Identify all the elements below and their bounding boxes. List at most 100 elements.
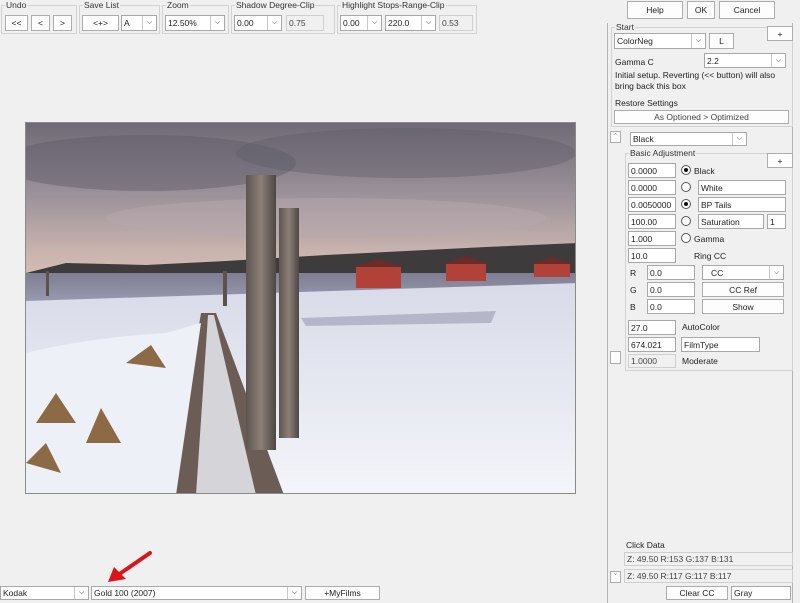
ok-button[interactable]: OK	[687, 1, 715, 19]
white-field[interactable]: 0.0000	[628, 180, 676, 195]
moderate-label: Moderate	[682, 356, 718, 366]
gamma-c-select[interactable]: 2.2 ⌵	[704, 53, 786, 68]
cancel-button[interactable]: Cancel	[719, 1, 775, 19]
chevron-down-icon: ⌵	[267, 16, 281, 30]
highlight-range-value: 220.0	[388, 18, 410, 28]
chevron-down-icon: ˇ	[614, 573, 617, 581]
film-name-value: Gold 100 (2007)	[94, 588, 156, 598]
saturation-field[interactable]: 100.00	[628, 214, 676, 229]
myfilms-button[interactable]: +MyFilms	[305, 586, 380, 600]
restore-settings-button[interactable]: As Optioned > Optimized	[614, 110, 789, 124]
saturation-button[interactable]: Saturation	[698, 214, 764, 229]
cc-ref-button[interactable]: CC Ref	[702, 282, 784, 297]
start-title: Start	[616, 22, 634, 32]
shadow-title: Shadow Degree-Clip	[236, 0, 315, 10]
winter-pier-photo	[26, 123, 575, 493]
basic-expand-button[interactable]: +	[767, 153, 793, 168]
chevron-up-icon: ˆ	[614, 133, 617, 141]
cc-select[interactable]: CC ⌵	[702, 265, 784, 280]
moderate-field: 1.0000	[628, 354, 676, 368]
bp-tails-radio[interactable]	[681, 199, 691, 209]
saturation-radio[interactable]	[681, 216, 691, 226]
saturation-extra-field[interactable]: 1	[767, 214, 786, 229]
basic-adjustment-title: Basic Adjustment	[630, 148, 696, 158]
redo-button[interactable]: >	[53, 15, 72, 31]
photo-preview[interactable]	[25, 122, 576, 494]
b-field[interactable]: 0.0	[647, 299, 695, 314]
undo-all-button[interactable]: <<	[5, 15, 28, 31]
film-brand-value: Kodak	[3, 588, 28, 598]
ring-cc-label: Ring CC	[694, 251, 727, 261]
undo-button[interactable]: <	[31, 15, 50, 31]
save-list-select[interactable]: A ⌵	[121, 15, 157, 31]
annotation-arrow	[108, 551, 152, 582]
film-name-select[interactable]: Gold 100 (2007) ⌵	[91, 586, 302, 600]
zoom-select[interactable]: 12.50% ⌵	[165, 15, 225, 31]
gamma-c-value: 2.2	[707, 55, 719, 66]
chevron-down-icon: ⌵	[367, 16, 381, 30]
save-list-value: A	[124, 18, 130, 28]
click-data-row-2: Z: 49.50 R:117 G:117 B:117	[624, 569, 793, 583]
chevron-down-icon: ⌵	[769, 266, 783, 279]
bp-tails-field[interactable]: 0.0050000	[628, 197, 676, 212]
filmtype-field[interactable]: 674.021	[628, 337, 676, 352]
start-info-text: Initial setup. Reverting (<< button) wil…	[615, 70, 776, 91]
film-type-select[interactable]: ColorNeg ⌵	[614, 33, 706, 49]
black-radio[interactable]	[681, 165, 691, 175]
zoom-title: Zoom	[167, 0, 189, 10]
black-label: Black	[694, 166, 715, 176]
chevron-down-icon: ⌵	[74, 587, 88, 599]
film-type-value: ColorNeg	[617, 36, 653, 46]
shadow-degree-value: 0.00	[237, 18, 254, 28]
gray-field[interactable]: Gray	[731, 586, 791, 600]
chevron-down-icon: ⌵	[142, 16, 156, 30]
panel-toggle-button[interactable]	[610, 351, 621, 364]
gamma-field[interactable]: 1.000	[628, 231, 676, 246]
cc-select-value: CC	[711, 267, 724, 278]
highlight-stops-select[interactable]: 0.00 ⌵	[340, 15, 382, 31]
ring-cc-field[interactable]: 10.0	[628, 248, 676, 263]
gamma-radio[interactable]	[681, 233, 691, 243]
save-list-title: Save List	[84, 0, 119, 10]
help-button[interactable]: Help	[627, 1, 683, 19]
annotation-arrow-shape	[116, 551, 152, 577]
film-brand-select[interactable]: Kodak ⌵	[0, 586, 89, 600]
shadow-clip-readout: 0.75	[286, 15, 324, 31]
b-label: B	[630, 302, 636, 312]
click-data-row-1: Z: 49.50 R:153 G:137 B:131	[624, 552, 793, 566]
gamma-c-label: Gamma C	[615, 57, 654, 67]
save-list-add-button[interactable]: <+>	[82, 15, 119, 31]
scroll-up-button[interactable]: ˆ	[610, 131, 621, 143]
shadow-degree-select[interactable]: 0.00 ⌵	[234, 15, 282, 31]
bp-tails-button[interactable]: BP Tails	[698, 197, 786, 212]
black-field[interactable]: 0.0000	[628, 163, 676, 178]
autocolor-label: AutoColor	[682, 322, 720, 332]
highlight-range-select[interactable]: 220.0 ⌵	[385, 15, 436, 31]
autocolor-field[interactable]: 27.0	[628, 320, 676, 335]
click-data-label: Click Data	[626, 540, 665, 550]
chevron-down-icon: ⌵	[287, 587, 301, 599]
undo-group-title: Undo	[6, 0, 27, 10]
clear-cc-button[interactable]: Clear CC	[666, 586, 728, 600]
scroll-down-button[interactable]: ˇ	[610, 571, 621, 583]
chevron-down-icon: ⌵	[421, 16, 435, 30]
chevron-down-icon: ⌵	[771, 54, 785, 67]
adjust-mode-select[interactable]: Black ⌵	[630, 132, 747, 146]
show-button[interactable]: Show	[702, 299, 784, 314]
start-expand-button[interactable]: +	[767, 26, 793, 41]
white-button[interactable]: White	[698, 180, 786, 195]
g-field[interactable]: 0.0	[647, 282, 695, 297]
chevron-down-icon: ⌵	[691, 34, 705, 48]
highlight-clip-readout: 0.53	[439, 15, 473, 31]
filmtype-button[interactable]: FilmType	[681, 337, 760, 352]
r-field[interactable]: 0.0	[647, 265, 695, 280]
white-radio[interactable]	[681, 182, 691, 192]
chevron-down-icon: ⌵	[210, 16, 224, 30]
zoom-value: 12.50%	[168, 18, 197, 28]
highlight-stops-value: 0.00	[343, 18, 360, 28]
chevron-down-icon: ⌵	[732, 133, 746, 145]
l-button[interactable]: L	[709, 33, 734, 49]
gamma-label: Gamma	[694, 234, 725, 244]
highlight-title: Highlight Stops-Range-Clip	[342, 0, 445, 10]
g-label: G	[630, 285, 637, 295]
